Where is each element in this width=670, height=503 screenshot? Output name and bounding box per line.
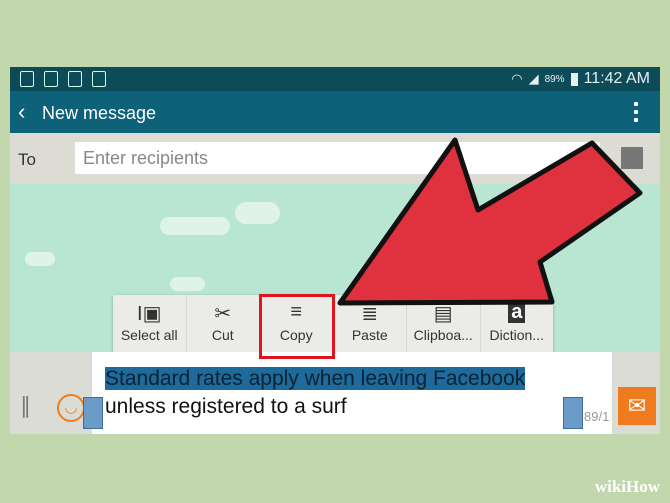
red-arrow-annotation (337, 137, 643, 306)
arrow-shape (337, 137, 643, 306)
